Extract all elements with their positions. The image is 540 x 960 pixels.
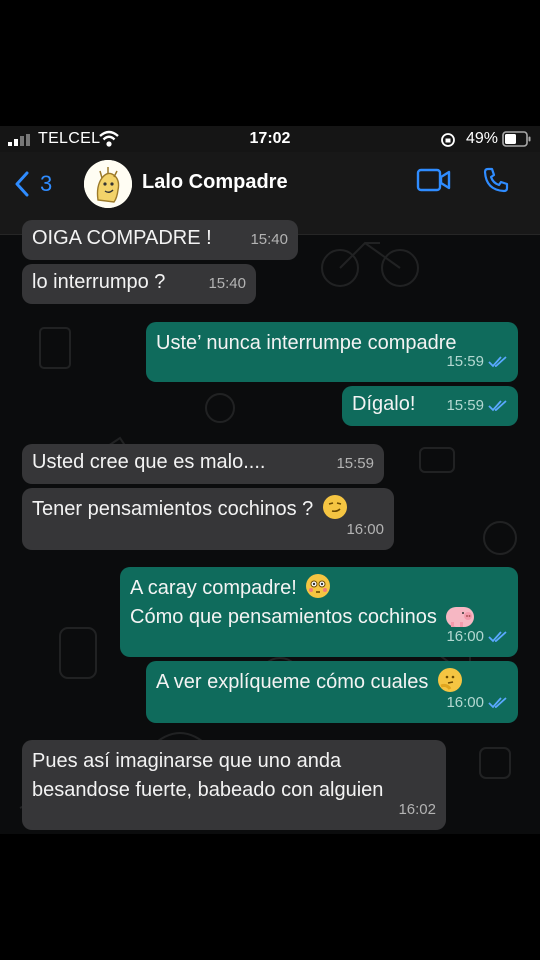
message-bubble[interactable]: A caray compadre! Cómo que pensamientos … [120, 567, 518, 657]
orientation-lock-icon [441, 133, 455, 147]
message-bubble[interactable]: Dígalo! 15:59 [342, 386, 518, 426]
message-text: Dígalo! [352, 393, 416, 415]
video-call-icon [416, 168, 451, 192]
chat-screen: TELCEL 17:02 49% 3 Lalo Compadre OIGA CO… [0, 126, 540, 834]
message-bubble[interactable]: Usted cree que es malo.... 15:59 [22, 444, 384, 484]
message-time: 15:40 [250, 231, 288, 248]
unread-count: 3 [40, 171, 53, 196]
back-button[interactable]: 3 [14, 168, 64, 200]
message-text: OIGA COMPADRE ! [32, 227, 212, 249]
message-bubble[interactable]: lo interrumpo ? 15:40 [22, 264, 256, 304]
contact-name[interactable]: Lalo Compadre [142, 171, 288, 194]
avatar[interactable] [84, 160, 132, 208]
message-time: 15:59 [446, 347, 508, 376]
message-time: 16:00 [446, 688, 508, 717]
phone-icon [483, 167, 509, 193]
video-call-button[interactable] [416, 166, 452, 199]
message-time: 15:59 [336, 455, 374, 472]
message-text: Tener pensamientos cochinos ? [32, 498, 314, 520]
message-time: 16:00 [346, 521, 384, 538]
message-text: Pues así imaginarse que uno anda [32, 750, 342, 772]
message-text: Usted cree que es malo.... [32, 451, 266, 473]
read-receipt-icon [488, 696, 507, 708]
message-text: lo interrumpo ? [32, 271, 166, 293]
message-bubble[interactable]: A ver explíqueme cómo cuales 16:00 [146, 661, 518, 723]
message-text: Cómo que pensamientos cochinos [130, 606, 437, 628]
read-receipt-icon [488, 630, 507, 642]
battery-icon [502, 131, 531, 147]
message-text: A ver explíqueme cómo cuales [156, 671, 429, 693]
message-bubble[interactable]: OIGA COMPADRE ! 15:40 [22, 220, 298, 260]
message-bubble[interactable]: Tener pensamientos cochinos ? 16:00 [22, 488, 394, 550]
read-receipt-icon [488, 399, 507, 411]
message-text: Uste’ nunca interrumpe compadre [156, 332, 457, 354]
battery-percentage: 49% [465, 130, 498, 147]
chevron-left-icon [15, 171, 29, 197]
message-text: A caray compadre! [130, 577, 297, 599]
read-receipt-icon [488, 355, 507, 367]
message-time: 15:40 [208, 275, 246, 292]
flushed-face-icon [306, 574, 331, 598]
message-time: 16:00 [446, 622, 508, 651]
message-text: besandose fuerte, babeado con alguien [32, 779, 384, 801]
avatar-cartoon-icon [84, 160, 132, 208]
smirking-face-icon [322, 495, 347, 519]
voice-call-button[interactable] [482, 166, 510, 199]
status-bar: TELCEL 17:02 49% [0, 126, 540, 152]
message-time: 15:59 [446, 391, 508, 420]
clock: 17:02 [249, 130, 291, 147]
message-bubble[interactable]: Uste’ nunca interrumpe compadre 15:59 [146, 322, 518, 382]
message-bubble[interactable]: Pues así imaginarse que uno anda besando… [22, 740, 446, 830]
message-time: 16:02 [398, 801, 436, 818]
